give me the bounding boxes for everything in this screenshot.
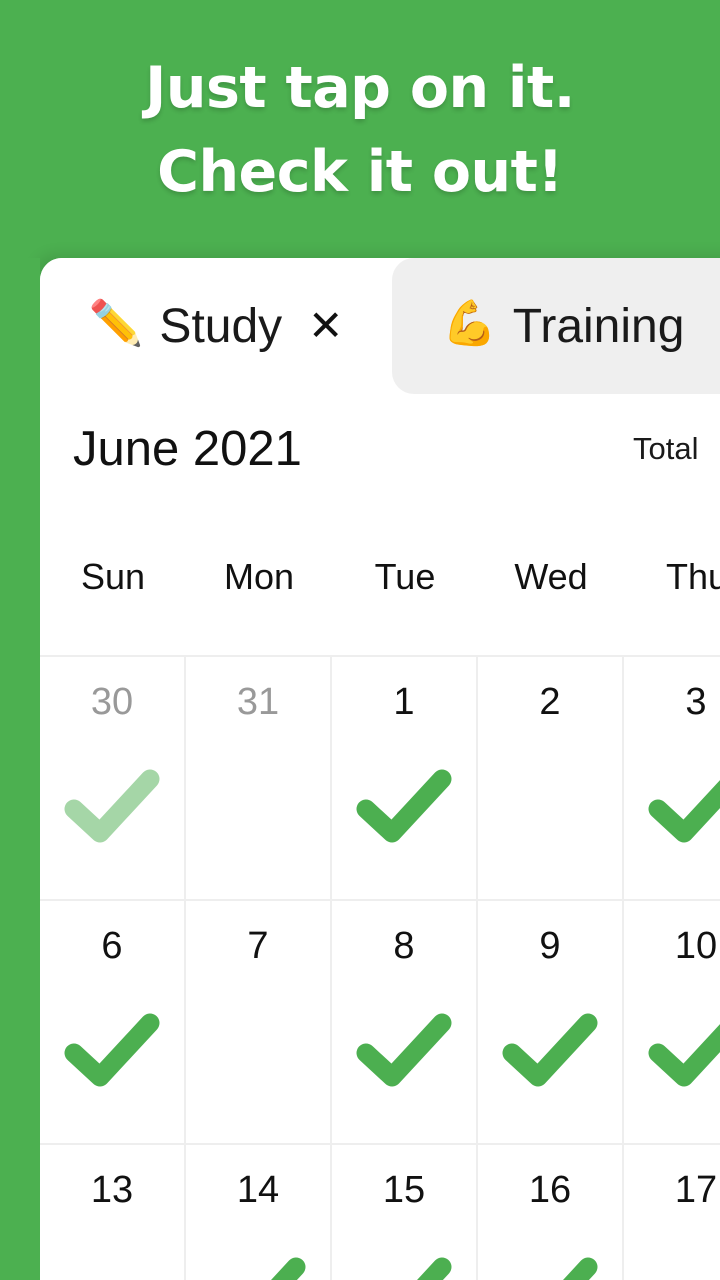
weekday-label-mon: Mon: [223, 556, 295, 597]
calendar-day-3[interactable]: 3: [624, 657, 720, 901]
check-icon[interactable]: [502, 1011, 598, 1091]
calendar-day-15[interactable]: 15: [332, 1145, 478, 1280]
tab-bar: 💪 Training ✕ ✏️ Study ✕: [40, 258, 720, 394]
weekday-label-tue: Tue: [374, 556, 436, 597]
calendar-day-31[interactable]: 31: [186, 657, 332, 901]
calendar-week-row: 13 14 15 16 17: [40, 1145, 720, 1280]
check-icon[interactable]: [64, 767, 160, 847]
left-green-gutter: [0, 258, 40, 1280]
calendar-day-10[interactable]: 10: [624, 901, 720, 1145]
promo-headline-line-1: Just tap on it.: [145, 55, 575, 121]
tab-study-label: Study: [159, 299, 283, 353]
day-number: 3: [685, 681, 707, 723]
check-icon[interactable]: [648, 1011, 720, 1091]
flexed-biceps-icon: 💪: [442, 299, 497, 348]
promo-headline: Just tap on it. Check it out!: [0, 46, 720, 214]
pencil-icon: ✏️: [88, 299, 144, 348]
weekday-label-sun: Sun: [80, 556, 146, 597]
day-number: 9: [539, 925, 561, 967]
total-label: Total: [633, 431, 699, 466]
check-icon[interactable]: [356, 1255, 452, 1280]
tab-training-label: Training: [512, 299, 685, 353]
check-icon[interactable]: [356, 1011, 452, 1091]
calendar-day-9[interactable]: 9: [478, 901, 624, 1145]
weekday-label-wed: Wed: [514, 556, 588, 597]
check-icon[interactable]: [648, 767, 720, 847]
calendar-grid: 30 31 1 2 3 6 7 8 9 10 13 14 15 16 17: [40, 655, 720, 1280]
calendar-day-30[interactable]: 30: [40, 657, 186, 901]
calendar-day-7[interactable]: 7: [186, 901, 332, 1145]
tab-training[interactable]: 💪 Training ✕: [392, 258, 720, 394]
calendar-week-row: 6 7 8 9 10: [40, 901, 720, 1145]
month-header: June 2021 Total: [40, 394, 720, 504]
calendar-day-6[interactable]: 6: [40, 901, 186, 1145]
day-number: 30: [90, 681, 134, 723]
day-number: 17: [674, 1169, 718, 1211]
app-card: 💪 Training ✕ ✏️ Study ✕ June 2021 Total …: [40, 258, 720, 1280]
day-number: 15: [382, 1169, 426, 1211]
day-number: 14: [236, 1169, 280, 1211]
calendar-day-2[interactable]: 2: [478, 657, 624, 901]
day-number: 8: [393, 925, 415, 967]
tab-study[interactable]: ✏️ Study ✕: [40, 258, 392, 394]
day-number: 1: [393, 681, 415, 723]
app-screen: Just tap on it. Check it out! 💪 Training…: [0, 0, 720, 1280]
day-number: 7: [247, 925, 269, 967]
day-number: 2: [539, 681, 561, 723]
day-number: 31: [236, 681, 280, 723]
close-icon[interactable]: ✕: [308, 305, 343, 347]
day-number: 13: [90, 1169, 134, 1211]
calendar-week-row: 30 31 1 2 3: [40, 657, 720, 901]
weekday-label-thu: Thu: [665, 556, 720, 597]
calendar-day-13[interactable]: 13: [40, 1145, 186, 1280]
check-icon[interactable]: [356, 767, 452, 847]
promo-headline-line-2: Check it out!: [157, 139, 563, 205]
calendar-day-16[interactable]: 16: [478, 1145, 624, 1280]
check-icon[interactable]: [64, 1011, 160, 1091]
calendar-day-1[interactable]: 1: [332, 657, 478, 901]
day-number: 6: [101, 925, 123, 967]
day-number: 16: [528, 1169, 572, 1211]
calendar-day-17[interactable]: 17: [624, 1145, 720, 1280]
check-icon[interactable]: [210, 1255, 306, 1280]
day-number: 10: [674, 925, 718, 967]
weekday-header: Sun Mon Tue Wed Thu: [40, 540, 720, 613]
calendar-day-8[interactable]: 8: [332, 901, 478, 1145]
calendar-day-14[interactable]: 14: [186, 1145, 332, 1280]
check-icon[interactable]: [502, 1255, 598, 1280]
month-title[interactable]: June 2021: [73, 421, 302, 477]
